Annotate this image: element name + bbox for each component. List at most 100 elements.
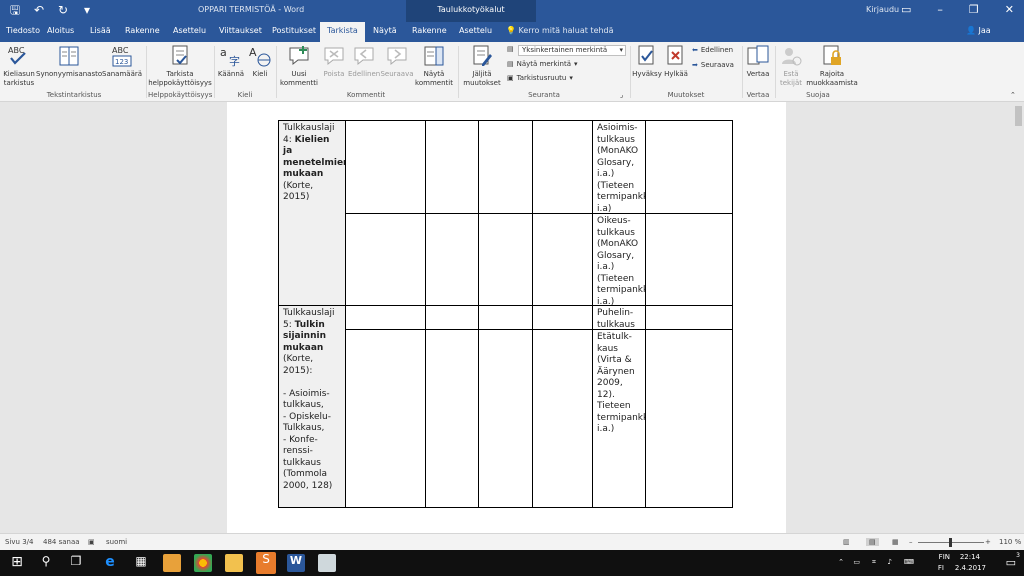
table-cell-row4b-text[interactable]: Oikeus-tulkkaus (MonAKO Glosary, i.a.) (…: [592, 213, 646, 306]
tab-review[interactable]: Tarkista: [320, 22, 365, 42]
skype-icon[interactable]: S: [256, 552, 276, 574]
table-cell-row5b-text[interactable]: Etätulk-kaus (Virta & Äärynen 2009, 12).…: [592, 329, 646, 508]
keyboard-icon[interactable]: ⌨: [904, 558, 914, 566]
tab-file[interactable]: Tiedosto: [6, 26, 40, 35]
input-language[interactable]: FIN: [939, 553, 950, 561]
media-player-icon[interactable]: [163, 554, 181, 572]
table-cell-row5a-text[interactable]: Puhelin-tulkkaus: [592, 305, 646, 330]
keyboard-layout[interactable]: FI: [938, 564, 944, 572]
previous-change-button[interactable]: ⬅ Edellinen: [692, 46, 733, 54]
volume-icon[interactable]: ♪: [888, 558, 892, 566]
compare-button[interactable]: Vertaa: [744, 44, 772, 79]
document-table[interactable]: Tulkkauslaji 4: Kielien ja menetelmien m…: [278, 120, 733, 508]
table-cell[interactable]: [532, 329, 593, 508]
table-cell[interactable]: [532, 213, 593, 306]
notifications-icon[interactable]: ▭: [1006, 556, 1016, 569]
check-accessibility-button[interactable]: Tarkista helppokäyttöisyys: [148, 44, 212, 88]
battery-icon[interactable]: ▭: [853, 558, 860, 566]
close-icon[interactable]: ✕: [1005, 3, 1014, 16]
table-cell[interactable]: [478, 213, 533, 306]
table-cell[interactable]: [425, 213, 479, 306]
accept-button[interactable]: Hyväksy: [632, 44, 662, 79]
restore-icon[interactable]: ❐: [969, 3, 979, 16]
table-cell[interactable]: [478, 305, 533, 330]
reject-button[interactable]: Hylkää: [662, 44, 690, 79]
redo-icon[interactable]: ↻: [56, 3, 70, 17]
track-changes-button[interactable]: Jäljitä muutokset: [460, 44, 504, 88]
table-cell[interactable]: [425, 305, 479, 330]
table-cell[interactable]: [532, 305, 593, 330]
language-button[interactable]: A Kieli: [246, 44, 274, 79]
table-cell[interactable]: [345, 329, 426, 508]
scrollbar-thumb[interactable]: [1015, 106, 1022, 126]
zoom-slider-knob[interactable]: [949, 538, 952, 547]
proofing-status-icon[interactable]: ▣: [88, 538, 95, 546]
block-authors-button[interactable]: Estä tekijät: [777, 44, 805, 88]
tab-layout[interactable]: Asettelu: [173, 26, 206, 35]
table-cell[interactable]: [532, 120, 593, 214]
show-markup-button[interactable]: ▤ Näytä merkintä ▾: [507, 60, 578, 68]
table-cell[interactable]: [478, 120, 533, 214]
restrict-editing-button[interactable]: Rajoita muokkaamista: [806, 44, 858, 88]
print-layout-icon[interactable]: ▤: [866, 538, 879, 546]
tab-references[interactable]: Viittaukset: [219, 26, 262, 35]
tab-mailings[interactable]: Postitukset: [272, 26, 316, 35]
new-comment-button[interactable]: Uusi kommentti: [278, 44, 320, 88]
table-cell-row4-header[interactable]: Tulkkauslaji 4: Kielien ja menetelmien m…: [278, 120, 346, 306]
table-cell[interactable]: [478, 329, 533, 508]
table-cell[interactable]: [345, 120, 426, 214]
spelling-button[interactable]: ABC Kieliasun tarkistus: [2, 44, 36, 88]
tab-insert[interactable]: Lisää: [90, 26, 111, 35]
table-cell[interactable]: [645, 213, 733, 306]
zoom-level[interactable]: 110 %: [999, 538, 1021, 546]
page-indicator[interactable]: Sivu 3/4: [5, 538, 33, 546]
chrome-icon[interactable]: [194, 554, 212, 572]
table-cell[interactable]: [345, 213, 426, 306]
web-layout-icon[interactable]: ▦: [892, 538, 899, 546]
word-count-indicator[interactable]: 484 sanaa: [43, 538, 80, 546]
table-cell-row4a-text[interactable]: Asioimis-tulkkaus (MonAKO Glosary, i.a.)…: [592, 120, 646, 214]
save-icon[interactable]: 🖫: [8, 3, 22, 17]
store-icon[interactable]: ▦: [132, 554, 150, 572]
tab-table-layout[interactable]: Asettelu: [459, 26, 492, 35]
show-comments-button[interactable]: Näytä kommentit: [414, 44, 454, 88]
collapse-ribbon-icon[interactable]: ⌃: [1010, 91, 1016, 99]
customize-qat-icon[interactable]: ▾: [80, 3, 94, 17]
tracking-dialog-launcher-icon[interactable]: ⌟: [620, 91, 623, 99]
read-mode-icon[interactable]: ▥: [843, 538, 850, 546]
reviewing-pane-button[interactable]: ▣ Tarkistusruutu ▾: [507, 74, 573, 82]
file-explorer-icon[interactable]: [225, 554, 243, 572]
table-cell[interactable]: [645, 305, 733, 330]
word-icon[interactable]: W: [287, 554, 305, 572]
table-cell[interactable]: [645, 329, 733, 508]
table-cell-row5-header[interactable]: Tulkkauslaji 5: Tulkin sijainnin mukaan …: [278, 305, 346, 508]
clock-date[interactable]: 2.4.2017: [955, 564, 986, 572]
share-button[interactable]: 👤 Jaa: [966, 26, 991, 35]
zoom-in-icon[interactable]: +: [985, 538, 991, 546]
language-indicator[interactable]: suomi: [106, 538, 127, 546]
notepad-icon[interactable]: [318, 554, 336, 572]
sign-in-link[interactable]: Kirjaudu: [866, 5, 899, 14]
table-cell[interactable]: [425, 329, 479, 508]
undo-icon[interactable]: ↶: [32, 3, 46, 17]
zoom-out-icon[interactable]: –: [909, 538, 913, 546]
tell-me-search[interactable]: 💡 Kerro mitä haluat tehdä: [506, 26, 614, 35]
table-cell[interactable]: [645, 120, 733, 214]
tab-table-design[interactable]: Rakenne: [412, 26, 447, 35]
search-icon[interactable]: ⚲: [37, 554, 55, 572]
edge-browser-icon[interactable]: e: [101, 554, 119, 572]
delete-comment-button[interactable]: Poista: [320, 44, 348, 79]
translate-button[interactable]: a字 Käännä: [216, 44, 246, 79]
thesaurus-button[interactable]: Synonyymisanasto: [36, 44, 102, 79]
minimize-icon[interactable]: –: [937, 3, 943, 16]
tab-home[interactable]: Aloitus: [47, 26, 74, 35]
tab-design[interactable]: Rakenne: [125, 26, 160, 35]
windows-start-icon[interactable]: ⊞: [8, 554, 26, 572]
table-cell[interactable]: [425, 120, 479, 214]
next-comment-button[interactable]: Seuraava: [380, 44, 414, 79]
word-count-button[interactable]: ABC 123 Sanamäärä: [102, 44, 142, 79]
tab-view[interactable]: Näytä: [373, 26, 397, 35]
network-icon[interactable]: ⌗: [872, 558, 876, 567]
markup-select[interactable]: Yksinkertainen merkintä ▾: [518, 45, 626, 56]
clock-time[interactable]: 22:14: [960, 553, 980, 561]
